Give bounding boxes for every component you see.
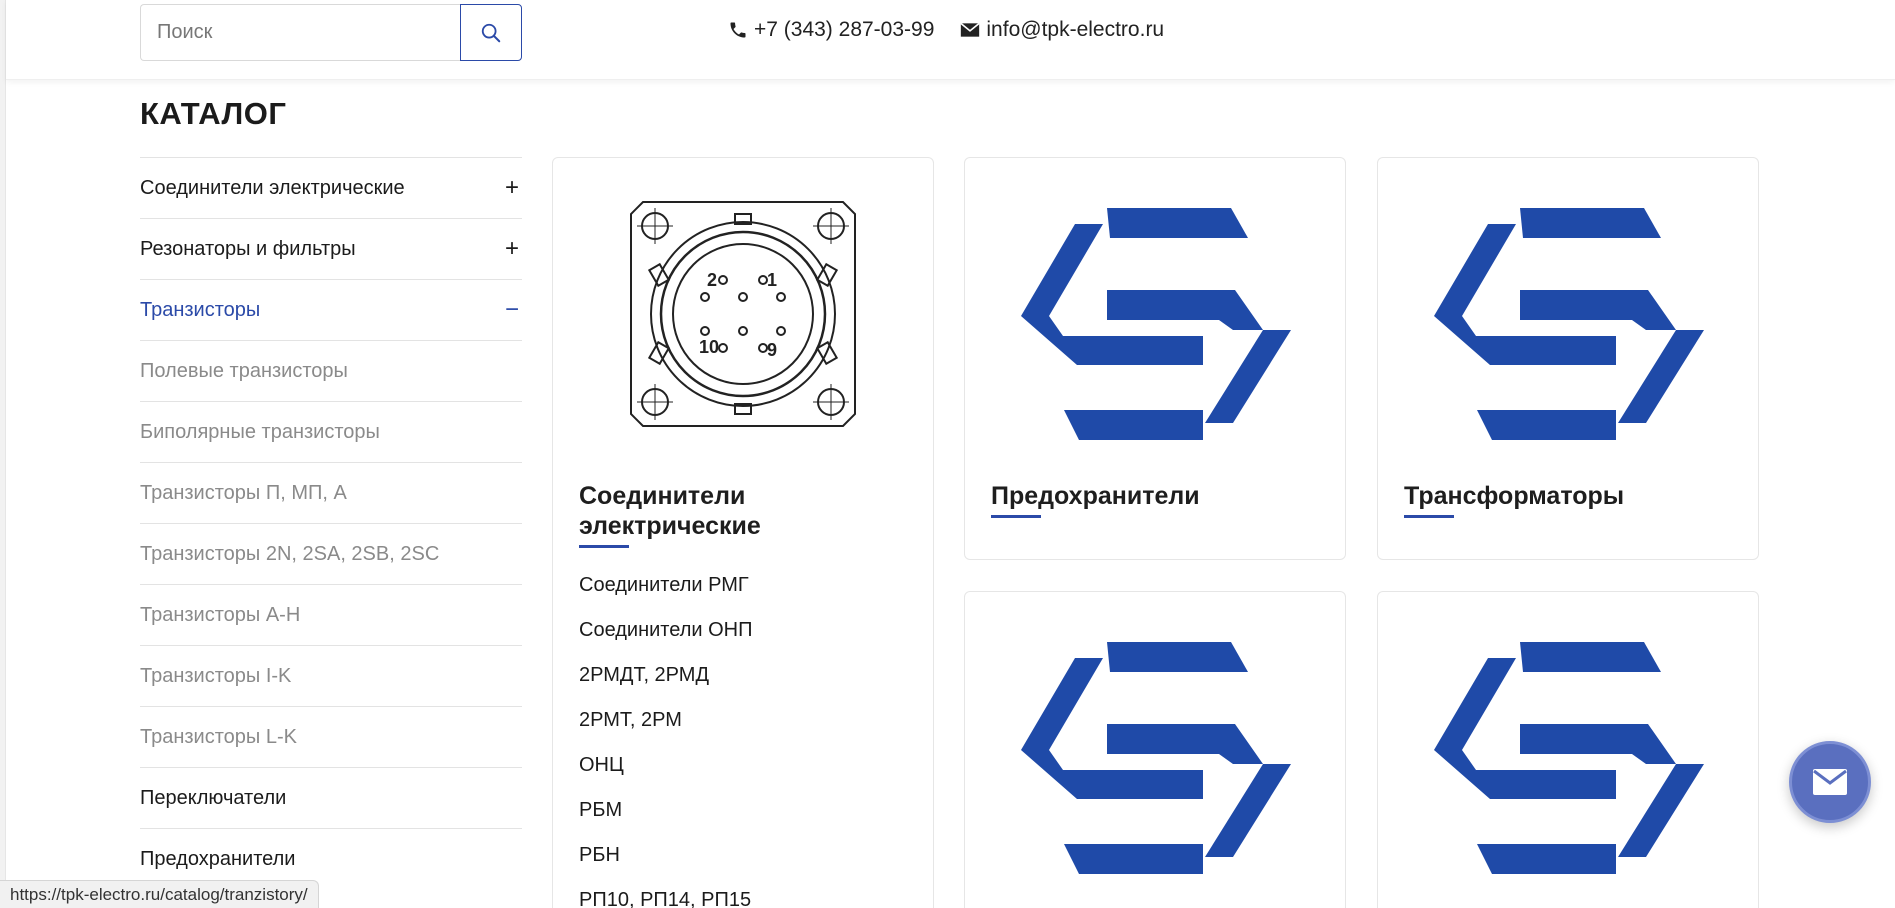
sidebar-item-label: Соединители электрические [140,176,405,199]
sidebar-item-label: Транзисторы A-H [140,603,301,626]
company-logo-icon [1021,208,1291,440]
card-title[interactable]: Трансформаторы [1404,481,1734,511]
catalog-card-fuses[interactable]: Предохранители [964,157,1346,560]
search-icon [481,23,501,42]
phone-link[interactable]: +7 (343) 287-03-99 [728,18,934,42]
connector-drawing-icon: 2 1 10 9 [630,201,856,427]
email-address: info@tpk-electro.ru [986,18,1165,41]
site-header: +7 (343) 287-03-99 info@tpk-electro.ru [6,0,1895,80]
sidebar-item-label: Транзисторы 2N, 2SA, 2SB, 2SC [140,542,440,565]
title-underline [991,515,1041,518]
sidebar-item-label: Транзисторы [140,298,261,321]
catalog-card-connectors[interactable]: 2 1 10 9 Соединители электрические Соеди… [552,157,934,908]
subcategory-link[interactable]: 2РМДТ, 2РМД [579,653,752,698]
search-form [140,4,522,61]
pin-label: 2 [707,270,717,290]
company-logo-icon [1434,642,1704,874]
expand-toggle[interactable]: + [502,174,522,202]
sidebar-item-transistors[interactable]: Транзисторы − [140,279,522,340]
catalog-title: КАТАЛОГ [140,96,287,131]
contact-fab-button[interactable] [1789,741,1871,823]
catalog-sidebar: Соединители электрические + Резонаторы и… [140,157,522,889]
subcategory-link[interactable]: ОНЦ [579,743,752,788]
email-link[interactable]: info@tpk-electro.ru [960,18,1164,42]
header-contacts: +7 (343) 287-03-99 info@tpk-electro.ru [728,18,1164,42]
subcategory-link[interactable]: 2РМТ, 2РМ [579,698,752,743]
card-title[interactable]: Предохранители [991,481,1321,511]
phone-icon [730,22,746,38]
sidebar-item-label: Транзисторы L-K [140,725,297,748]
subcategory-link[interactable]: Соединители ОНП [579,608,752,653]
pin-label: 1 [767,270,777,290]
sidebar-item-label: Предохранители [140,847,296,870]
sidebar-item-resonators[interactable]: Резонаторы и фильтры + [140,218,522,279]
envelope-icon [960,22,981,37]
sidebar-item-label: Резонаторы и фильтры [140,237,356,260]
company-logo-icon [1434,208,1704,440]
phone-number: +7 (343) 287-03-99 [754,18,935,41]
catalog-card[interactable] [964,591,1346,908]
expand-toggle[interactable]: + [502,235,522,263]
card-title[interactable]: Соединители электрические [579,481,909,541]
sidebar-item-label: Переключатели [140,786,287,809]
search-input[interactable] [140,4,460,61]
search-button[interactable] [460,4,522,61]
sidebar-subitem-transistors-p-mp-a[interactable]: Транзисторы П, МП, А [140,462,522,523]
subcategory-link[interactable]: Соединители РМГ [579,563,752,608]
mail-icon [1813,769,1847,795]
sidebar-subitem-transistors-2n[interactable]: Транзисторы 2N, 2SA, 2SB, 2SC [140,523,522,584]
sidebar-item-label: Биполярные транзисторы [140,420,380,443]
sidebar-subitem-bipolar-transistors[interactable]: Биполярные транзисторы [140,401,522,462]
sidebar-item-switches[interactable]: Переключатели [140,767,522,828]
pin-label: 9 [767,340,777,360]
subcategory-link[interactable]: РБН [579,833,752,878]
sidebar-subitem-transistors-a-h[interactable]: Транзисторы A-H [140,584,522,645]
catalog-card-transformers[interactable]: Трансформаторы [1377,157,1759,560]
sidebar-subitem-transistors-l-k[interactable]: Транзисторы L-K [140,706,522,767]
sidebar-item-label: Транзисторы П, МП, А [140,481,347,504]
pin-label: 10 [699,337,719,357]
collapse-toggle[interactable]: − [502,296,522,324]
company-logo-icon [1021,642,1291,874]
catalog-card[interactable] [1377,591,1759,908]
browser-status-bar: https://tpk-electro.ru/catalog/tranzisto… [0,880,319,908]
sidebar-item-connectors[interactable]: Соединители электрические + [140,157,522,218]
sidebar-item-label: Транзисторы I-K [140,664,292,687]
page-left-edge [0,0,6,908]
title-underline [1404,515,1454,518]
card-subcategory-list: Соединители РМГ Соединители ОНП 2РМДТ, 2… [579,563,752,908]
title-underline [579,545,629,548]
sidebar-subitem-field-transistors[interactable]: Полевые транзисторы [140,340,522,401]
subcategory-link[interactable]: РП10, РП14, РП15 [579,878,752,908]
sidebar-subitem-transistors-i-k[interactable]: Транзисторы I-K [140,645,522,706]
sidebar-item-label: Полевые транзисторы [140,359,348,382]
subcategory-link[interactable]: РБМ [579,788,752,833]
